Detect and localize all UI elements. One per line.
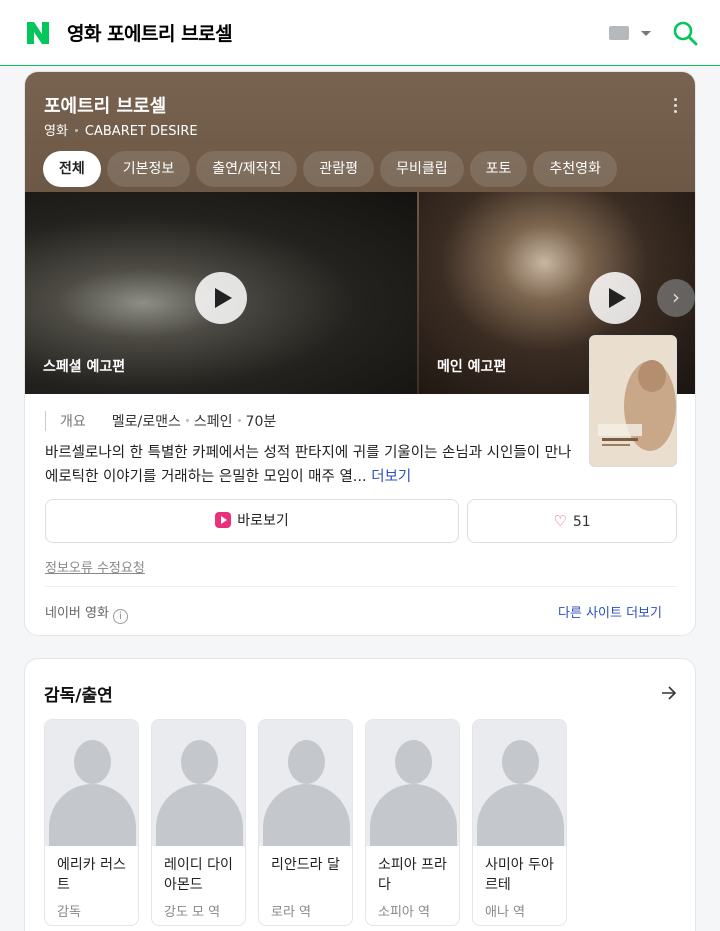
tab-cast-crew[interactable]: 출연/제작진 [196, 151, 298, 187]
cast-role: 애나 역 [485, 905, 526, 920]
country: 스페인 [193, 414, 233, 430]
cast-card: 감독/출연 에리카 러스트 감독 레이디 다이아몬드 강도 모 역 리안드라 달… [24, 658, 696, 931]
movie-info-card: 포에트리 브로셀 영화 CABARET DESIRE 전체 기본정보 출연/제작진… [24, 71, 696, 636]
tab-photos[interactable]: 포토 [469, 151, 528, 187]
cast-item[interactable]: 레이디 다이아몬드 강도 모 역 [151, 719, 246, 926]
like-button[interactable]: ♡ 51 [467, 499, 677, 543]
avatar-placeholder-icon [473, 720, 566, 846]
cast-name: 레이디 다이아몬드 [164, 857, 233, 893]
movie-subtitle: 영화 CABARET DESIRE [44, 120, 198, 139]
like-count: 51 [572, 514, 591, 530]
runtime: 70분 [245, 414, 277, 430]
tab-recommended[interactable]: 추천영화 [533, 151, 617, 187]
tab-all[interactable]: 전체 [43, 151, 101, 187]
cast-role: 로라 역 [271, 905, 312, 920]
video-label: 메인 예고편 [437, 359, 507, 375]
movie-category: 영화 [44, 124, 68, 139]
more-link[interactable]: 더보기 [371, 469, 411, 485]
cast-name: 리안드라 달 [271, 857, 340, 873]
cast-section-title[interactable]: 감독/출연 [44, 681, 113, 706]
synopsis: 바르셀로나의 한 특별한 카페에서는 성적 판타지에 귀를 기울이는 손님과 시… [45, 441, 585, 489]
arrow-right-icon[interactable] [659, 683, 679, 703]
separator-dot [237, 419, 241, 422]
report-error-link[interactable]: 정보오류 수정요청 [45, 557, 145, 576]
play-icon[interactable] [589, 272, 641, 324]
source-label: 네이버 영화 i [45, 602, 128, 624]
genre[interactable]: 멜로/로맨스 [112, 414, 181, 430]
search-header: 영화 포에트리 브로셀 [0, 0, 720, 66]
search-query-text[interactable]: 영화 포에트리 브로셀 [67, 19, 233, 46]
play-icon[interactable] [195, 272, 247, 324]
cast-item[interactable]: 리안드라 달 로라 역 [258, 719, 353, 926]
info-icon[interactable]: i [112, 609, 128, 624]
cast-item[interactable]: 사미아 두아르테 애나 역 [472, 719, 567, 926]
chevron-right-icon[interactable]: › [657, 279, 695, 317]
video-label: 스페셜 예고편 [43, 359, 126, 375]
overview-label: 개요 [45, 411, 86, 431]
movie-title[interactable]: 포에트리 브로셀 [44, 92, 166, 118]
watch-label: 바로보기 [237, 513, 289, 529]
tab-reviews[interactable]: 관람평 [303, 151, 375, 187]
other-sites-link[interactable]: 다른 사이트 더보기 [558, 602, 662, 621]
cast-name: 소피아 프라다 [378, 857, 447, 893]
cast-role: 강도 모 역 [164, 905, 221, 920]
movie-tabs: 전체 기본정보 출연/제작진 관람평 무비클립 포토 추천영화 [43, 151, 617, 187]
avatar-placeholder-icon [152, 720, 245, 846]
avatar-placeholder-icon [45, 720, 138, 846]
original-title: CABARET DESIRE [84, 124, 198, 139]
cast-item[interactable]: 에리카 러스트 감독 [44, 719, 139, 926]
keyboard-icon[interactable] [609, 26, 629, 40]
more-options-icon[interactable] [669, 98, 681, 116]
separator-dot [74, 128, 78, 132]
cast-item[interactable]: 소피아 프라다 소피아 역 [365, 719, 460, 926]
avatar-placeholder-icon [366, 720, 459, 846]
movie-poster[interactable] [589, 335, 677, 467]
video-thumbnail-special-trailer[interactable]: 스페셜 예고편 [25, 192, 417, 394]
play-store-icon [215, 512, 232, 528]
naver-logo-icon[interactable] [25, 20, 51, 46]
watch-now-button[interactable]: 바로보기 [45, 499, 459, 543]
cast-role: 감독 [57, 905, 81, 920]
search-icon[interactable] [672, 20, 698, 46]
source-text: 네이버 영화 [45, 606, 109, 621]
synopsis-text: 바르셀로나의 한 특별한 카페에서는 성적 판타지에 귀를 기울이는 손님과 시… [45, 445, 572, 485]
tab-basic-info[interactable]: 기본정보 [106, 151, 191, 187]
chevron-down-icon[interactable] [641, 31, 651, 36]
separator-dot [185, 419, 189, 422]
avatar-placeholder-icon [259, 720, 352, 846]
cast-name: 사미아 두아르테 [485, 857, 554, 893]
cast-role: 소피아 역 [378, 905, 430, 920]
cast-name: 에리카 러스트 [57, 857, 126, 893]
heart-icon: ♡ [553, 512, 567, 530]
cast-list: 에리카 러스트 감독 레이디 다이아몬드 강도 모 역 리안드라 달 로라 역 … [44, 719, 567, 926]
movie-meta: 개요 멜로/로맨스 스페인 70분 [45, 411, 276, 431]
divider [45, 586, 677, 587]
tab-movie-clips[interactable]: 무비클립 [380, 151, 464, 187]
